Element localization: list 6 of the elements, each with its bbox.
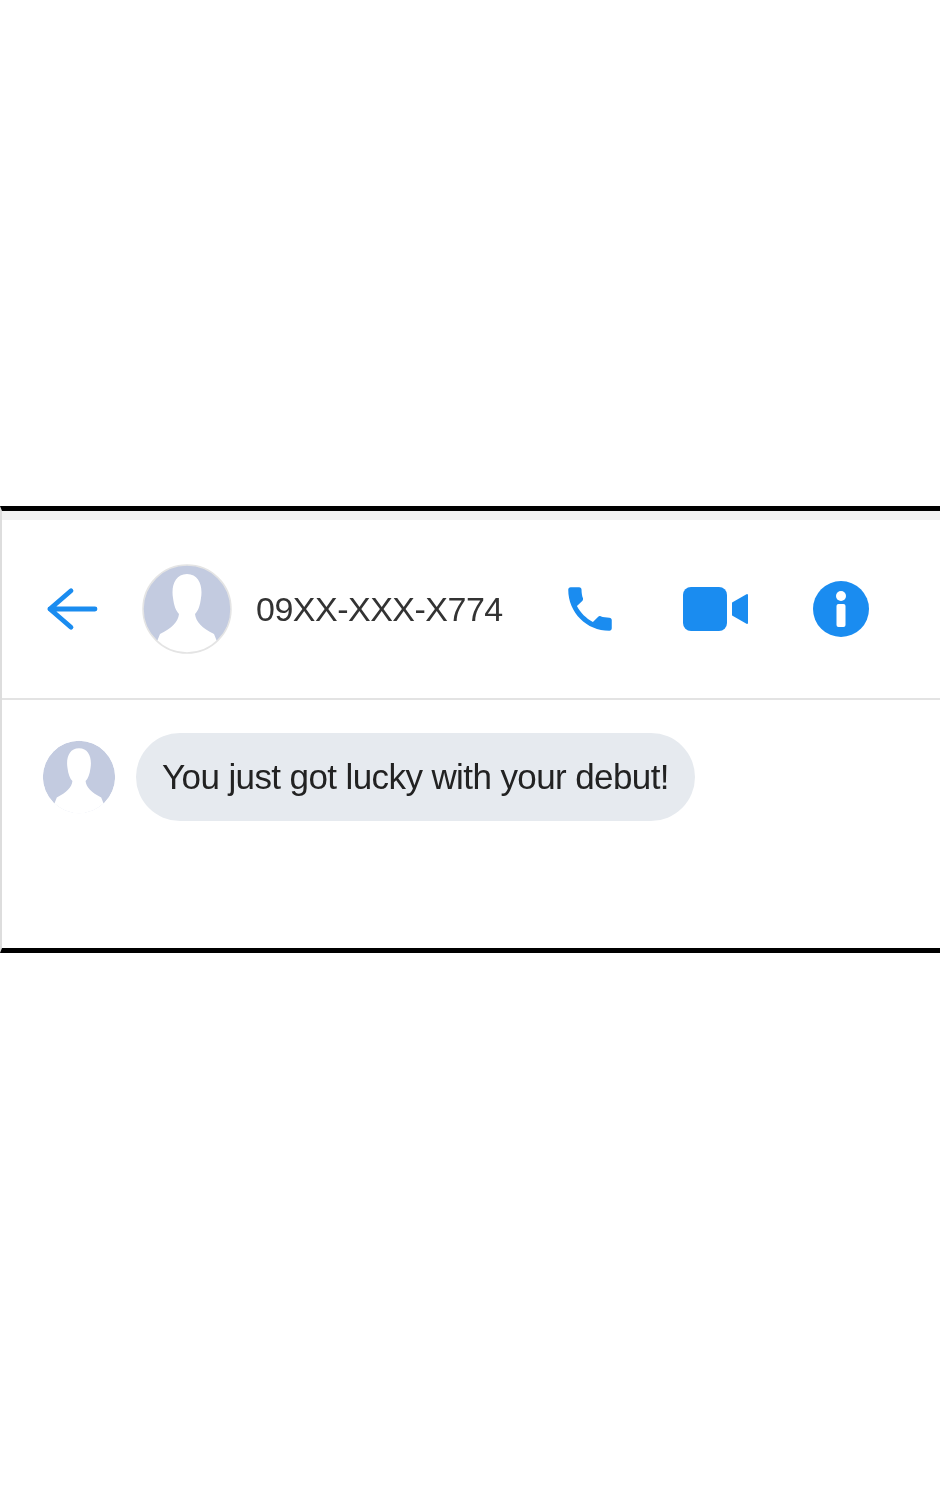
contact-name: 09XX-XXX-X774	[256, 589, 503, 629]
info-icon[interactable]	[812, 581, 869, 637]
avatar-icon	[42, 740, 116, 814]
avatar-icon	[142, 564, 232, 654]
video-camera-icon[interactable]	[682, 587, 749, 631]
message-bubble: You just got lucky with your debut!	[136, 733, 695, 821]
